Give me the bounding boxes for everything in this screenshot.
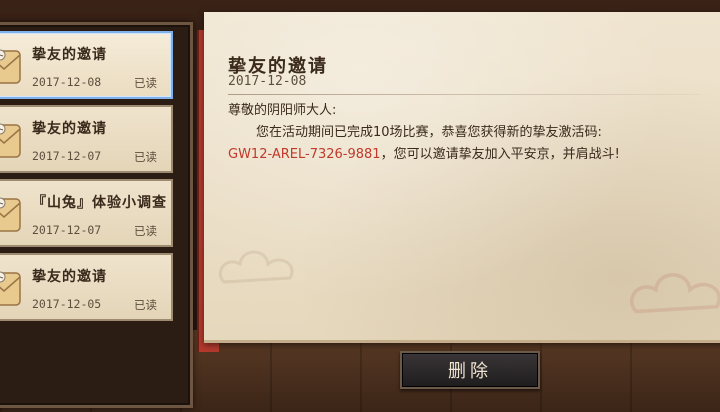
- delete-button[interactable]: 删除: [400, 351, 540, 389]
- mail-item-status: 已读: [134, 224, 157, 238]
- envelope-icon: [0, 271, 21, 306]
- mail-item-status: 已读: [134, 150, 157, 164]
- mail-item[interactable]: 挚友的邀请 2017-12-07 已读: [0, 105, 173, 173]
- mail-item[interactable]: 『山兔』体验小调查 2017-12-07 已读: [0, 179, 173, 247]
- envelope-icon: [0, 197, 21, 232]
- mail-item-status: 已读: [134, 298, 157, 312]
- envelope-icon: [0, 123, 21, 158]
- mail-item-title: 挚友的邀请: [32, 47, 107, 63]
- mail-item[interactable]: 挚友的邀请 2017-12-05 已读: [0, 253, 173, 321]
- mail-item-title: 『山兔』体验小调查: [32, 195, 167, 211]
- mail-item-status: 已读: [134, 76, 157, 90]
- mail-item-title: 挚友的邀请: [32, 269, 107, 285]
- mail-detail-date: 2017-12-08: [228, 74, 307, 89]
- mail-item-date: 2017-12-07: [32, 223, 102, 237]
- mail-greeting: 尊敬的阴阳师大人:: [228, 103, 337, 118]
- mail-item-date: 2017-12-08: [32, 75, 102, 89]
- mail-item-date: 2017-12-05: [32, 297, 102, 311]
- activation-code[interactable]: GW12-AREL-7326-9881: [228, 147, 381, 162]
- mail-line-1: 您在活动期间已完成10场比赛，恭喜您获得新的挚友激活码:: [256, 125, 602, 140]
- mail-detail-paper: 挚友的邀请 2017-12-08 尊敬的阴阳师大人: 您在活动期间已完成10场比…: [204, 12, 720, 343]
- mail-line-2-text: ，您可以邀请挚友加入平安京，并肩战斗!: [380, 147, 620, 162]
- mail-item[interactable]: 挚友的邀请 2017-12-08 已读: [0, 31, 173, 99]
- cloud-decoration-icon: [218, 250, 294, 284]
- title-divider: [228, 94, 700, 95]
- envelope-icon: [0, 49, 21, 84]
- mail-item-date: 2017-12-07: [32, 149, 102, 163]
- mail-line-2: GW12-AREL-7326-9881，您可以邀请挚友加入平安京，并肩战斗!: [228, 144, 668, 166]
- mail-list-panel: 挚友的邀请 2017-12-08 已读 挚友的邀请 2017-12-07 已读 …: [0, 22, 193, 408]
- mail-item-title: 挚友的邀请: [32, 121, 107, 137]
- mail-detail-body: 尊敬的阴阳师大人: 您在活动期间已完成10场比赛，恭喜您获得新的挚友激活码: G…: [228, 100, 668, 166]
- cloud-decoration-icon: [629, 273, 720, 314]
